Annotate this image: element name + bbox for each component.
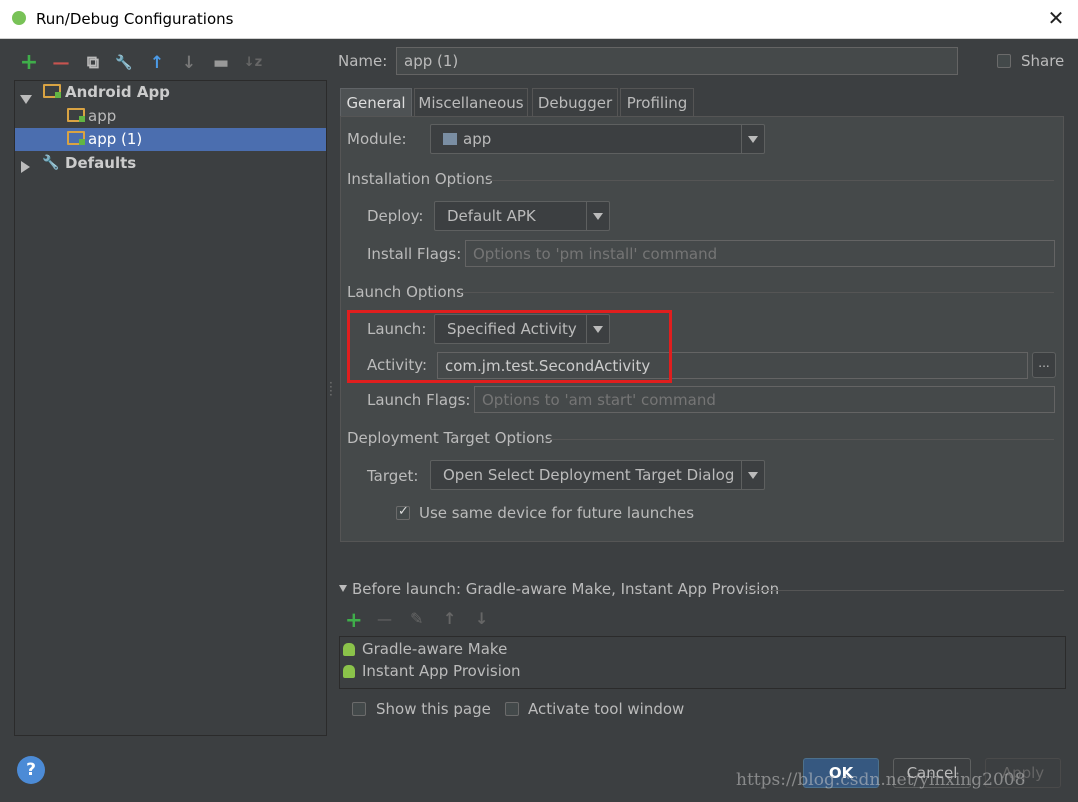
install-flags-input[interactable] xyxy=(465,240,1055,267)
divider xyxy=(460,292,1054,293)
android-app-folder-icon xyxy=(43,81,63,104)
tab-debugger[interactable]: Debugger xyxy=(532,88,618,116)
show-page-checkbox[interactable] xyxy=(352,702,366,716)
move-task-up-button[interactable]: ↑ xyxy=(443,609,456,628)
browse-activity-button[interactable]: ... xyxy=(1032,352,1056,378)
add-configuration-button[interactable]: + xyxy=(19,52,39,74)
module-icon xyxy=(443,133,457,145)
list-item[interactable]: Instant App Provision xyxy=(340,660,1065,682)
module-value: app xyxy=(463,130,492,148)
configuration-tree: Android App app app (1) 🔧 Defaults xyxy=(14,80,327,736)
deploy-value: Default APK xyxy=(447,207,536,225)
tree-item-defaults[interactable]: 🔧 Defaults xyxy=(15,152,326,175)
android-icon xyxy=(343,665,355,678)
launch-flags-input[interactable] xyxy=(474,386,1055,413)
divider xyxy=(543,439,1054,440)
before-launch-list: Gradle-aware Make Instant App Provision xyxy=(339,636,1066,689)
close-icon[interactable]: ✕ xyxy=(1046,7,1066,29)
tree-item-app-1[interactable]: app (1) xyxy=(15,128,326,151)
target-select[interactable]: Open Select Deployment Target Dialog xyxy=(430,460,765,490)
title-bar: Run/Debug Configurations ✕ xyxy=(0,0,1078,39)
same-device-checkbox[interactable] xyxy=(396,504,410,520)
edit-task-button[interactable]: ✎ xyxy=(410,609,423,628)
app-config-icon xyxy=(67,128,87,151)
move-down-button[interactable]: ↓ xyxy=(179,53,199,73)
copy-configuration-button[interactable]: ⧉ xyxy=(83,53,103,73)
chevron-down-icon[interactable] xyxy=(741,461,764,489)
help-icon[interactable]: ? xyxy=(17,756,45,784)
tab-miscellaneous[interactable]: Miscellaneous xyxy=(414,88,528,116)
tree-item-label: Defaults xyxy=(65,154,137,172)
android-studio-icon xyxy=(12,11,26,25)
window-title: Run/Debug Configurations xyxy=(36,10,234,28)
watermark: https://blog.csdn.net/yinxing2008 xyxy=(736,770,1026,790)
deploy-select[interactable]: Default APK xyxy=(434,201,610,231)
tab-profiling[interactable]: Profiling xyxy=(620,88,694,116)
collapse-arrow-icon[interactable] xyxy=(21,157,30,180)
installation-options-title: Installation Options xyxy=(347,170,493,188)
folder-icon[interactable]: ▬ xyxy=(211,53,231,73)
activate-tool-window-checkbox[interactable] xyxy=(505,702,519,716)
deploy-label: Deploy: xyxy=(367,207,424,225)
app-config-icon xyxy=(67,105,87,128)
red-highlight-box xyxy=(347,310,672,383)
task-label: Instant App Provision xyxy=(362,662,521,680)
divider xyxy=(488,180,1054,181)
tree-item-app[interactable]: app xyxy=(15,105,326,128)
same-device-label: Use same device for future launches xyxy=(419,504,695,522)
name-label: Name: xyxy=(338,52,388,70)
before-launch-title: Before launch: Gradle-aware Make, Instan… xyxy=(352,580,780,598)
module-select[interactable]: app xyxy=(430,124,765,154)
remove-task-button[interactable]: — xyxy=(377,610,392,628)
add-task-button[interactable]: + xyxy=(345,608,363,632)
tree-item-label: app (1) xyxy=(88,130,143,148)
show-page-label: Show this page xyxy=(376,700,491,718)
list-item[interactable]: Gradle-aware Make xyxy=(340,638,1065,660)
install-flags-label: Install Flags: xyxy=(367,245,462,263)
target-value: Open Select Deployment Target Dialog xyxy=(443,466,735,484)
tree-item-label: Android App xyxy=(65,83,170,101)
divider xyxy=(744,590,1064,591)
task-label: Gradle-aware Make xyxy=(362,640,508,658)
collapse-before-launch-icon[interactable] xyxy=(339,585,347,592)
edit-defaults-button[interactable]: 🔧 xyxy=(114,53,134,73)
activate-tool-window-label: Activate tool window xyxy=(528,700,685,718)
tree-item-label: app xyxy=(88,107,117,125)
wrench-icon: 🔧 xyxy=(42,155,60,171)
sort-icon[interactable]: ↓z xyxy=(243,53,263,73)
name-input[interactable] xyxy=(396,47,958,75)
chevron-down-icon[interactable] xyxy=(586,202,609,230)
remove-configuration-button[interactable]: — xyxy=(51,53,71,73)
share-label: Share xyxy=(1021,52,1065,70)
tree-item-android-app[interactable]: Android App xyxy=(15,81,326,104)
deployment-target-title: Deployment Target Options xyxy=(347,429,553,447)
move-task-down-button[interactable]: ↓ xyxy=(475,609,488,628)
launch-flags-label: Launch Flags: xyxy=(367,391,471,409)
android-icon xyxy=(343,643,355,656)
module-label: Module: xyxy=(347,130,407,148)
move-up-button[interactable]: ↑ xyxy=(147,53,167,73)
share-checkbox[interactable] xyxy=(997,54,1011,68)
tab-general[interactable]: General xyxy=(340,88,412,116)
target-label: Target: xyxy=(367,467,419,485)
splitter-handle[interactable]: · · · · xyxy=(329,377,333,401)
chevron-down-icon[interactable] xyxy=(741,125,764,153)
launch-options-title: Launch Options xyxy=(347,283,464,301)
